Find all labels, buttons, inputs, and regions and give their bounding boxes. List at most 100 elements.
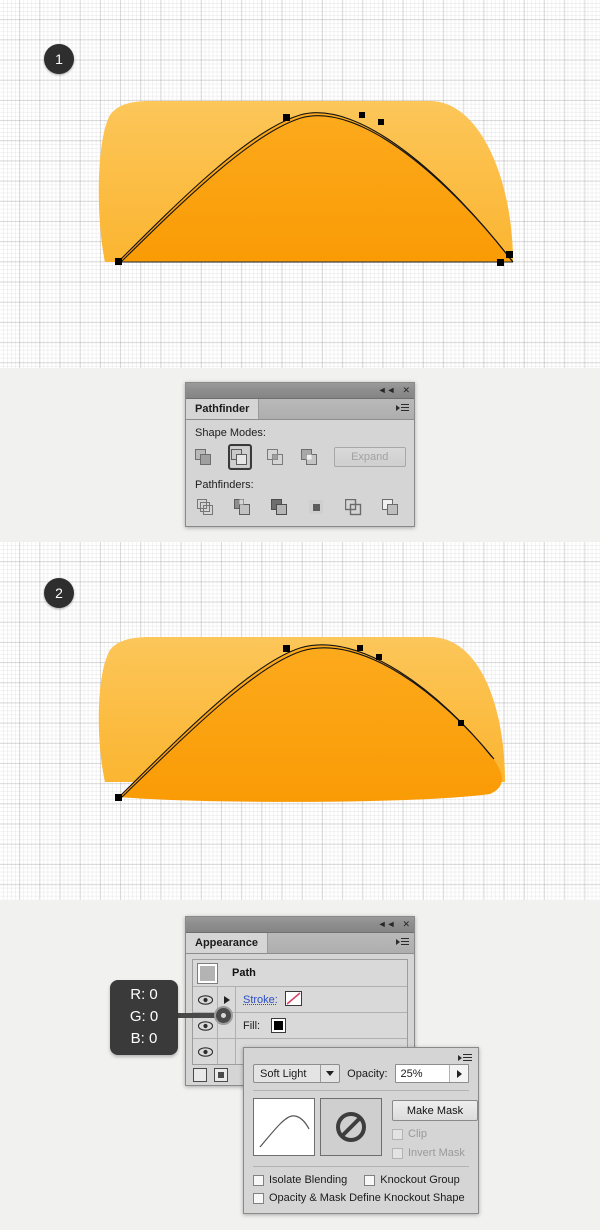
- knockout-group-row[interactable]: Knockout Group: [364, 1174, 460, 1186]
- shape-mode-minus-front[interactable]: [227, 444, 252, 470]
- anchor-point: [115, 794, 122, 801]
- eye-icon[interactable]: [193, 987, 218, 1012]
- pathfinder-minus-back[interactable]: [379, 496, 401, 518]
- make-mask-button[interactable]: Make Mask: [392, 1100, 478, 1121]
- blend-mode-select[interactable]: Soft Light: [253, 1064, 341, 1083]
- blending-options-row: Isolate Blending Knockout Group: [253, 1174, 469, 1186]
- black-swatch[interactable]: [271, 1018, 287, 1033]
- shape-modes-label: Shape Modes:: [195, 427, 266, 439]
- pathfinder-panel-titlebar: ◄◄ ✕: [186, 383, 414, 399]
- panel-menu-icon[interactable]: [396, 403, 409, 413]
- artwork-step-2: [98, 637, 505, 802]
- transparency-body: Soft Light Opacity: 25% Make Mask Clip I…: [244, 1064, 478, 1213]
- transparency-panel: Soft Light Opacity: 25% Make Mask Clip I…: [243, 1047, 479, 1214]
- none-diagonal-swatch[interactable]: [284, 990, 302, 1009]
- panel-menu-icon[interactable]: [458, 1053, 472, 1063]
- pathfinder-crop[interactable]: [305, 496, 327, 518]
- pathfinder-tabbar: Pathfinder: [186, 399, 414, 420]
- anchor-point: [359, 112, 365, 118]
- object-thumbnail-icon: [197, 962, 218, 984]
- artwork-thumbnail[interactable]: [253, 1098, 315, 1156]
- opacity-disclosure-slot: [218, 1039, 236, 1064]
- appearance-panel-titlebar: ◄◄ ✕: [186, 917, 414, 933]
- chevron-right-icon[interactable]: [449, 1065, 468, 1082]
- pathfinders-row: [194, 496, 406, 518]
- rgb-r-value: R: 0: [130, 986, 158, 1003]
- expand-button-label: Expand: [351, 451, 389, 463]
- invert-mask-checkbox-row[interactable]: Invert Mask: [392, 1147, 478, 1159]
- isolate-blending-label: Isolate Blending: [269, 1174, 348, 1186]
- anchor-point: [283, 114, 290, 121]
- pathfinder-outline[interactable]: [342, 496, 364, 518]
- anchor-point: [497, 259, 504, 266]
- artwork-step-1: [98, 101, 514, 266]
- callout-target-dot: [214, 1006, 233, 1025]
- mask-area: Make Mask Clip Invert Mask: [253, 1098, 478, 1159]
- anchor-point: [357, 645, 363, 651]
- appearance-fill-label: Fill:: [243, 1019, 261, 1032]
- new-art-has-basic-appearance-icon[interactable]: [193, 1068, 207, 1082]
- invert-mask-label: Invert Mask: [408, 1147, 465, 1159]
- pathfinders-label: Pathfinders:: [195, 479, 254, 491]
- rgb-callout: R: 0 G: 0 B: 0: [110, 980, 178, 1055]
- no-mask-icon[interactable]: [320, 1098, 382, 1156]
- expand-button[interactable]: Expand: [333, 447, 406, 467]
- anchor-point: [376, 654, 382, 660]
- close-icon[interactable]: ✕: [402, 920, 410, 929]
- appearance-object-row[interactable]: Path: [193, 960, 407, 987]
- isolate-blending-row[interactable]: Isolate Blending: [253, 1174, 347, 1186]
- anchor-point: [378, 119, 384, 125]
- tab-appearance[interactable]: Appearance: [186, 933, 268, 953]
- appearance-stroke-label[interactable]: Stroke:: [243, 994, 278, 1006]
- pathfinder-merge[interactable]: [268, 496, 290, 518]
- divider: [253, 1166, 469, 1167]
- collapse-double-arrow-icon[interactable]: ◄◄: [378, 920, 396, 929]
- knockout-shape-row[interactable]: Opacity & Mask Define Knockout Shape: [253, 1192, 469, 1204]
- pathfinder-trim[interactable]: [231, 496, 253, 518]
- tab-pathfinder-label: Pathfinder: [195, 403, 250, 415]
- clip-label: Clip: [408, 1128, 427, 1140]
- rgb-g-value: G: 0: [129, 1008, 159, 1025]
- opacity-label: Opacity:: [347, 1067, 388, 1080]
- eye-icon[interactable]: [193, 1039, 218, 1064]
- chevron-down-icon[interactable]: [320, 1065, 339, 1082]
- step-badge-1: 1: [44, 44, 74, 74]
- tab-appearance-label: Appearance: [195, 937, 258, 949]
- knockout-group-checkbox[interactable]: [364, 1174, 376, 1186]
- anchor-point: [283, 645, 290, 652]
- close-icon[interactable]: ✕: [402, 386, 410, 395]
- blend-opacity-row: Soft Light Opacity: 25%: [253, 1064, 469, 1083]
- pathfinder-panel: ◄◄ ✕ Pathfinder Shape Modes: Expand Path…: [185, 382, 415, 527]
- pathfinder-divide[interactable]: [194, 496, 216, 518]
- shape-mode-intersect[interactable]: [266, 446, 286, 468]
- knockout-shape-label: Opacity & Mask Define Knockout Shape: [269, 1192, 465, 1204]
- screenshot-root: 1 ◄◄ ✕ Pathfinder Shape Modes: Expand Pa…: [0, 0, 600, 1230]
- opacity-value: 25%: [400, 1067, 423, 1080]
- invert-mask-checkbox[interactable]: [392, 1147, 403, 1159]
- panel-menu-icon[interactable]: [396, 937, 409, 947]
- appearance-tabbar: Appearance: [186, 933, 414, 954]
- appearance-object-label: Path: [232, 967, 256, 979]
- canvas-grid-step-2: [0, 542, 600, 900]
- shape-mode-unite[interactable]: [194, 446, 214, 468]
- clip-checkbox-row[interactable]: Clip: [392, 1128, 478, 1140]
- tab-pathfinder[interactable]: Pathfinder: [186, 399, 260, 419]
- pathfinder-body: Shape Modes: Expand Pathfinders:: [186, 420, 414, 526]
- transparency-panel-header: [244, 1048, 478, 1064]
- anchor-point: [458, 720, 464, 726]
- thumbnail-pair: [253, 1098, 382, 1156]
- opacity-input[interactable]: 25%: [394, 1064, 469, 1083]
- rgb-b-value: B: 0: [130, 1030, 158, 1047]
- collapse-double-arrow-icon[interactable]: ◄◄: [378, 386, 396, 395]
- anchor-point: [115, 258, 122, 265]
- blend-mode-value: Soft Light: [260, 1067, 307, 1080]
- mask-controls: Make Mask Clip Invert Mask: [392, 1098, 478, 1159]
- isolate-blending-checkbox[interactable]: [253, 1174, 264, 1186]
- knockout-shape-checkbox[interactable]: [253, 1192, 264, 1204]
- anchor-point: [506, 251, 513, 258]
- knockout-group-label: Knockout Group: [380, 1174, 460, 1186]
- clip-checkbox[interactable]: [392, 1128, 403, 1140]
- clear-appearance-icon[interactable]: [214, 1068, 228, 1082]
- shape-mode-exclude[interactable]: [300, 446, 320, 468]
- canvas-grid-step-1: [0, 0, 600, 368]
